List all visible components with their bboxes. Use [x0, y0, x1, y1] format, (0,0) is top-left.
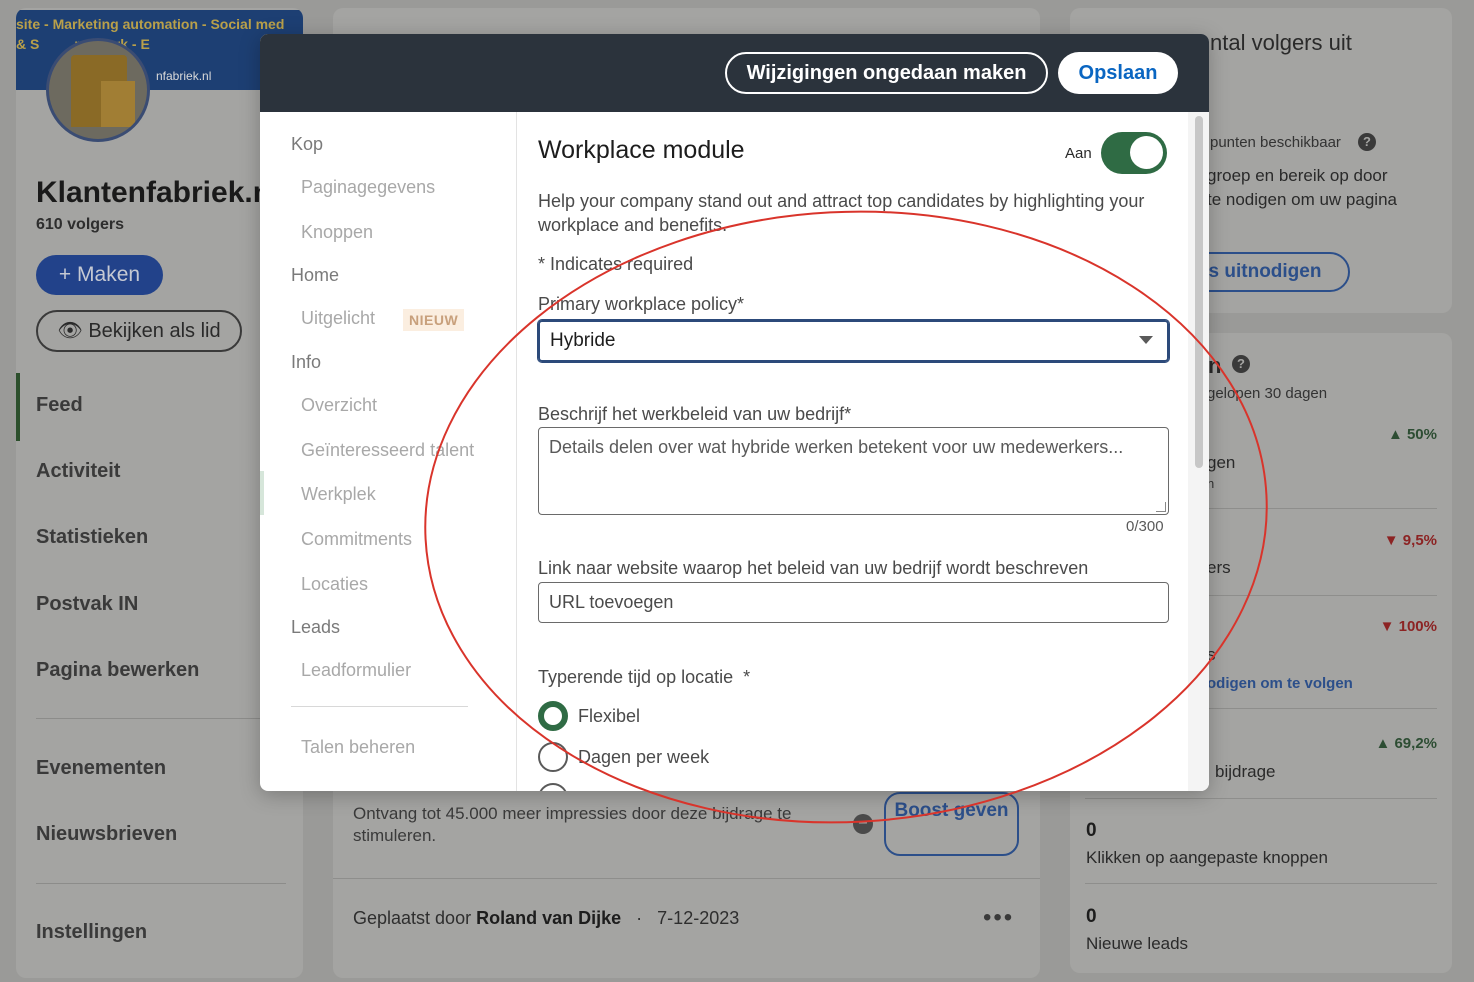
posted-prefix: Geplaatst door — [353, 908, 472, 928]
credits-available: punten beschikbaar — [1210, 134, 1341, 151]
card-desc-line1: groep en bereik op door — [1207, 166, 1388, 185]
sidebar-item-overview[interactable]: Overzicht — [301, 395, 377, 416]
radio-flexible[interactable] — [538, 701, 568, 731]
nav-statistics[interactable]: Statistieken — [36, 526, 148, 549]
sidebar-section-info: Info — [291, 352, 322, 372]
stat-change: ▼ 100% — [1379, 618, 1437, 635]
policy-value: Hybride — [550, 330, 616, 351]
divider — [1085, 798, 1437, 799]
card-title: ntal volgers uit — [1210, 30, 1352, 55]
url-placeholder: URL toevoegen — [549, 592, 674, 612]
edit-page-modal: Wijzigingen ongedaan maken Opslaan Kop P… — [260, 34, 1209, 791]
module-description: Help your company stand out and attract … — [538, 191, 1145, 235]
analytics-period: gelopen 30 dagen — [1207, 385, 1328, 402]
radio-days-per-week-label[interactable]: Dagen per week — [578, 747, 709, 768]
nav-divider — [36, 883, 286, 884]
sidebar-item-locations[interactable]: Locaties — [301, 574, 368, 595]
workplace-policy-select[interactable]: Hybride — [538, 320, 1169, 362]
policy-url-input[interactable]: URL toevoegen — [538, 582, 1169, 623]
more-options-icon[interactable]: ••• — [983, 904, 1014, 932]
help-icon[interactable]: ? — [1232, 355, 1250, 373]
save-button[interactable]: Opslaan — [1058, 52, 1178, 94]
minus-circle-icon[interactable]: − — [853, 814, 873, 834]
nav-activity[interactable]: Activiteit — [36, 460, 120, 483]
company-name: Klantenfabriek.n — [36, 176, 272, 209]
nav-inbox[interactable]: Postvak IN — [36, 593, 138, 616]
stat-label: gen — [1207, 453, 1236, 472]
sidebar-item-page-details[interactable]: Paginagegevens — [301, 177, 435, 198]
radio-days-per-week[interactable] — [538, 742, 568, 772]
toggle-knob — [1130, 136, 1163, 169]
post-date: 7-12-2023 — [657, 908, 740, 928]
sidebar-section-leads: Leads — [291, 617, 341, 637]
new-badge: NIEUW — [403, 309, 465, 331]
post-author[interactable]: Roland van Dijke — [476, 908, 621, 928]
clicks-value: 0 — [1086, 820, 1097, 841]
sidebar-section-home: Home — [291, 265, 340, 285]
nav-edit-page[interactable]: Pagina bewerken — [36, 659, 199, 682]
invite-to-follow-link[interactable]: odigen om te volgen — [1207, 675, 1353, 692]
help-icon[interactable]: ? — [1358, 133, 1376, 151]
nav-events[interactable]: Evenementen — [36, 757, 166, 780]
nav-settings[interactable]: Instellingen — [36, 921, 147, 944]
banner-domain: nfabriek.nl — [156, 69, 212, 83]
toggle-label: Aan — [1065, 145, 1092, 162]
boost-description: Ontvang tot 45.000 meer impressies door … — [353, 804, 792, 845]
follower-count: 610 volgers — [36, 216, 125, 233]
sidebar-item-buttons[interactable]: Knoppen — [301, 222, 373, 243]
modal-header: Wijzigingen ongedaan maken Opslaan — [260, 34, 1209, 112]
stat-change: ▼ 9,5% — [1383, 532, 1437, 549]
meta-separator: · — [636, 908, 643, 928]
nav-feed[interactable]: Feed — [36, 394, 83, 417]
banner-text-1: site - Marketing automation - Social med — [16, 16, 285, 32]
sidebar-divider — [291, 706, 468, 707]
policy-link-label: Link naar website waarop het beleid van … — [538, 558, 1089, 578]
sidebar-item-interested-talent[interactable]: Geïnteresseerd talent — [301, 440, 474, 461]
required-note: * Indicates required — [538, 254, 694, 274]
textarea-placeholder: Details delen over wat hybride werken be… — [549, 437, 1124, 457]
module-toggle[interactable] — [1101, 132, 1167, 174]
character-counter: 0/300 — [1126, 518, 1164, 535]
active-item-indicator — [260, 471, 264, 515]
view-as-member-label: Bekijken als lid — [88, 320, 221, 342]
undo-changes-button[interactable]: Wijzigingen ongedaan maken — [725, 52, 1048, 94]
time-on-site-label: Typerende tijd op locatie * — [538, 667, 751, 687]
card-desc-line2: te nodigen om uw pagina — [1207, 190, 1397, 209]
stat-label: ers — [1207, 558, 1231, 577]
nav-divider — [36, 718, 286, 719]
nav-newsletters[interactable]: Nieuwsbrieven — [36, 823, 177, 846]
workplace-module-form: Workplace module Aan Help your company s… — [518, 112, 1209, 791]
sidebar-item-featured[interactable]: Uitgelicht — [301, 308, 375, 329]
modal-sidebar: Kop Paginagegevens Knoppen Home Uitgelic… — [260, 112, 517, 791]
radio-option-next[interactable] — [538, 783, 568, 791]
describe-policy-textarea[interactable]: Details delen over wat hybride werken be… — [538, 427, 1169, 515]
sidebar-item-commitments[interactable]: Commitments — [301, 529, 412, 550]
stat-change: ▲ 69,2% — [1375, 735, 1437, 752]
nav-active-indicator — [16, 373, 20, 441]
resize-handle-icon[interactable] — [1156, 502, 1166, 512]
stat-change: ▲ 50% — [1387, 426, 1437, 443]
radio-flexible-label[interactable]: Flexibel — [578, 706, 640, 727]
view-as-member-button[interactable]: 👁 Bekijken als lid — [36, 310, 242, 352]
eye-icon: 👁 — [57, 320, 83, 342]
analytics-title: n — [1208, 353, 1222, 378]
policy-label: Primary workplace policy* — [538, 294, 745, 314]
describe-policy-label: Beschrijf het werkbeleid van uw bedrijf* — [538, 404, 852, 424]
company-logo — [46, 38, 150, 142]
divider — [333, 878, 1040, 879]
module-title: Workplace module — [538, 136, 745, 164]
caret-down-icon — [1139, 336, 1153, 344]
manage-languages-link[interactable]: Talen beheren — [301, 737, 415, 758]
divider — [1085, 883, 1437, 884]
clicks-label: Klikken op aangepaste knoppen — [1086, 848, 1328, 867]
make-button[interactable]: + Maken — [36, 255, 163, 295]
leads-value: 0 — [1086, 906, 1097, 927]
post-meta: Geplaatst door Roland van Dijke · 7-12-2… — [353, 908, 739, 929]
sidebar-item-workplace[interactable]: Werkplek — [301, 484, 376, 505]
sidebar-section-kop: Kop — [291, 134, 324, 154]
stat-label: bijdrage — [1215, 762, 1276, 781]
leads-label: Nieuwe leads — [1086, 934, 1189, 953]
boost-button[interactable]: Boost geven — [884, 792, 1019, 856]
sidebar-item-lead-form[interactable]: Leadformulier — [301, 660, 411, 681]
